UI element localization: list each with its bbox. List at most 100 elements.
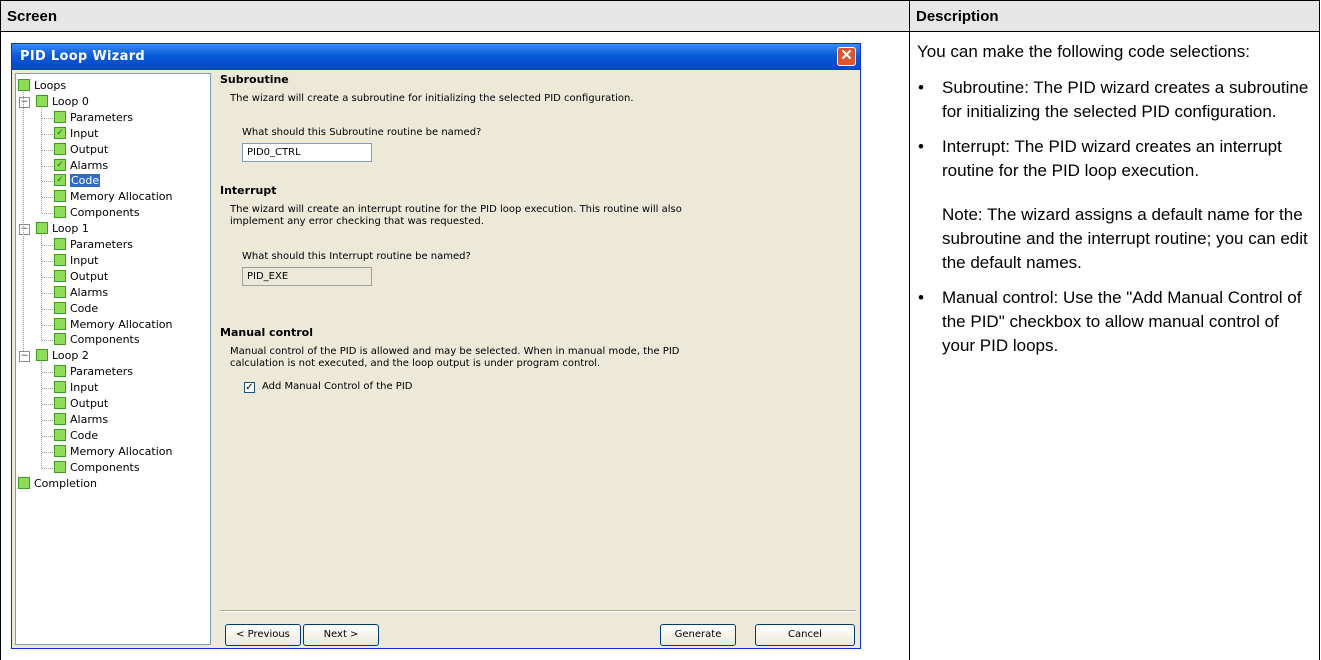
description-intro: You can make the following code selectio…	[917, 42, 1250, 61]
next-button[interactable]: Next >	[303, 624, 379, 646]
tree-item-loop-0-output[interactable]: Output	[54, 142, 108, 158]
tree-item-label: Loops	[34, 79, 67, 92]
window-title: PID Loop Wizard	[20, 49, 146, 64]
tree-item-label: Output	[70, 142, 109, 156]
collapse-toggle-icon[interactable]: −	[19, 351, 30, 363]
manual-control-checkbox[interactable]: ✓	[244, 382, 255, 393]
tree-item-loop-1-components[interactable]: Components	[54, 332, 140, 348]
tree-connector-line	[42, 292, 53, 294]
list-item: • Interrupt: The PID wizard creates an in…	[917, 135, 1315, 183]
list-item: • Subroutine: The PID wizard creates a su…	[917, 76, 1315, 124]
interrupt-name-input[interactable]: PID_EXE	[242, 267, 372, 286]
tree-item-loops[interactable]: Loops	[18, 78, 66, 94]
tree-item-loop-2-input[interactable]: Input	[54, 380, 98, 396]
status-box-icon	[54, 285, 66, 298]
status-box-icon	[18, 476, 30, 489]
tree-connector-line	[42, 260, 53, 262]
collapse-toggle-icon[interactable]: −	[19, 96, 30, 108]
tree-item-label: Output	[70, 397, 109, 410]
description-list: • Subroutine: The PID wizard creates a su…	[917, 76, 1315, 183]
tree-item-loop-1-parameters[interactable]: Parameters	[54, 237, 133, 253]
checked-box-icon: ✓	[54, 174, 66, 187]
tree-item-loop-2[interactable]: Loop 2	[36, 348, 89, 364]
tree-connector-line	[42, 276, 53, 278]
close-button[interactable]: ✕	[837, 47, 856, 66]
tree-connector-line	[42, 372, 53, 374]
tree-item-loop-1[interactable]: Loop 1	[36, 221, 89, 237]
status-box-icon	[54, 428, 66, 441]
status-box-icon	[54, 253, 66, 266]
interrupt-description-line2: implement any error checking that was re…	[230, 216, 484, 227]
tree-item-label: Loop 0	[52, 94, 89, 108]
tree-item-label: Input	[70, 253, 99, 267]
tree-item-loop-2-parameters[interactable]: Parameters	[54, 364, 133, 380]
collapse-toggle-icon[interactable]: −	[19, 224, 30, 236]
tree-item-label: Input	[70, 126, 99, 140]
tree-item-loop-0-parameters[interactable]: Parameters	[54, 110, 133, 126]
tree-connector-line	[42, 133, 53, 135]
tree-connector-line	[42, 467, 53, 469]
tree-item-loop-1-memory-allocation[interactable]: Memory Allocation	[54, 317, 172, 333]
tree-connector-line	[42, 245, 53, 246]
title-bar[interactable]: PID Loop Wizard ✕	[12, 44, 860, 70]
tree-connector-line	[42, 419, 53, 421]
tree-connector-line	[42, 324, 53, 326]
table-column-divider	[909, 0, 910, 660]
bullet-text: Subroutine: The PID wizard creates a sub…	[942, 78, 1309, 121]
tree-item-label: Code	[70, 174, 101, 188]
subroutine-name-input[interactable]: PID0_CTRL	[242, 143, 372, 162]
tree-item-loop-1-input[interactable]: Input	[54, 253, 98, 269]
cancel-button[interactable]: Cancel	[755, 624, 855, 646]
pid-wizard-window: PID Loop Wizard ✕ Loops Loop 0 − Parameters…	[11, 43, 861, 649]
manual-control-title: Manual control	[220, 326, 313, 339]
tree-item-loop-0-components[interactable]: Components	[54, 205, 140, 221]
manual-description-line2: calculation is not executed, and the loo…	[230, 358, 601, 369]
tree-connector-line	[41, 362, 42, 468]
tree-connector-line	[42, 388, 53, 390]
tree-item-loop-2-output[interactable]: Output	[54, 396, 108, 412]
tree-item-loop-2-code[interactable]: Code	[54, 428, 98, 444]
bullet-icon: •	[918, 137, 924, 156]
tree-item-loop-2-components[interactable]: Components	[54, 460, 140, 476]
status-box-icon	[54, 333, 66, 346]
tree-item-label: Parameters	[70, 238, 133, 251]
tree-connector-line	[42, 435, 53, 437]
tree-item-label: Code	[70, 428, 99, 442]
tree-item-loop-0[interactable]: Loop 0	[36, 94, 89, 110]
generate-button[interactable]: Generate	[660, 624, 736, 646]
tree-connector-line	[42, 404, 53, 405]
previous-button[interactable]: < Previous	[225, 624, 301, 646]
tree-item-loop-0-alarms[interactable]: ✓ Alarms	[54, 158, 108, 174]
tree-item-label: Code	[70, 301, 99, 315]
description-list: • Manual control: Use the "Add Manual Con…	[917, 286, 1315, 358]
tree-item-label: Parameters	[70, 110, 133, 124]
tree-item-label: Memory Allocation	[70, 190, 173, 204]
tree-item-loop-1-code[interactable]: Code	[54, 301, 98, 317]
tree-item-label: Memory Allocation	[70, 444, 173, 458]
status-box-icon	[54, 381, 66, 394]
table-border-top	[0, 0, 1320, 1]
tree-item-loop-1-output[interactable]: Output	[54, 269, 108, 285]
tree-item-loop-0-code[interactable]: ✓ Code	[54, 173, 101, 189]
bullet-text: Manual control: Use the "Add Manual Cont…	[942, 288, 1302, 355]
status-box-icon	[18, 79, 30, 91]
status-box-icon	[54, 190, 66, 203]
tree-connector-line	[42, 149, 53, 151]
tree-item-label: Completion	[34, 476, 98, 490]
status-box-icon	[36, 349, 48, 362]
tree-item-loop-1-alarms[interactable]: Alarms	[54, 285, 108, 301]
tree-item-loop-2-alarms[interactable]: Alarms	[54, 412, 108, 428]
tree-item-loop-0-memory-allocation[interactable]: Memory Allocation	[54, 189, 172, 205]
interrupt-question: What should this Interrupt routine be na…	[242, 251, 471, 262]
tree-item-completion[interactable]: Completion	[18, 476, 97, 492]
tree-item-loop-2-memory-allocation[interactable]: Memory Allocation	[54, 444, 172, 460]
tree-item-label: Alarms	[70, 412, 109, 426]
subroutine-question: What should this Subroutine routine be n…	[242, 127, 482, 138]
subroutine-title: Subroutine	[220, 73, 289, 86]
manual-control-checkbox-label[interactable]: Add Manual Control of the PID	[262, 380, 412, 394]
tree-item-loop-0-input[interactable]: ✓ Input	[54, 126, 98, 142]
tree-connector-line	[42, 181, 53, 183]
status-box-icon	[54, 110, 66, 123]
navigation-tree[interactable]: Loops Loop 0 − Parameters ✓ Input Output ✓ Alarm…	[15, 73, 211, 645]
checked-box-icon: ✓	[54, 126, 66, 139]
